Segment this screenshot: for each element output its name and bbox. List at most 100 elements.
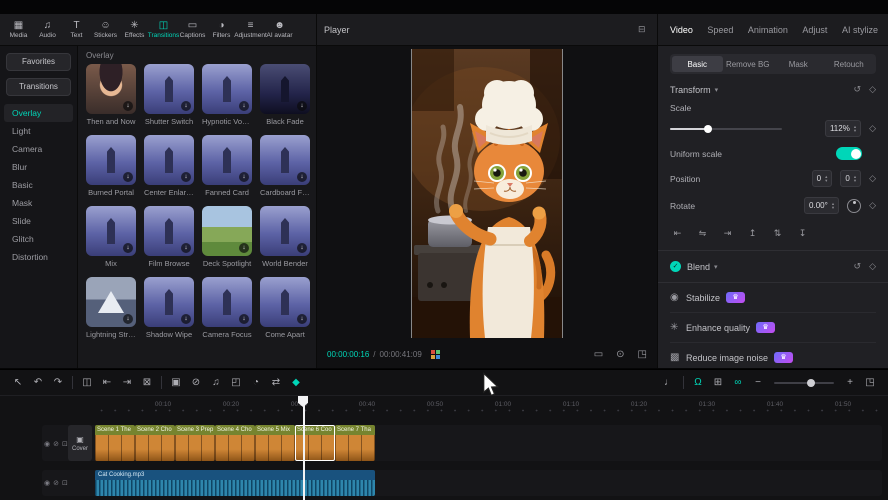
toolbar-stickers-button[interactable]: ☺Stickers [91, 14, 120, 46]
scale-slider-knob[interactable] [704, 125, 712, 133]
transition-card[interactable]: ↓Fanned Card [202, 135, 252, 197]
align-left-button[interactable]: ⇤ [670, 226, 685, 240]
transition-card[interactable]: ↓Mix [86, 206, 136, 268]
blend-keyframe-icon[interactable]: ◇ [869, 261, 876, 272]
magnet-icon[interactable]: Ω [688, 373, 708, 393]
toolbar-audio-button[interactable]: ♫Audio [33, 14, 62, 46]
split-icon[interactable]: ◫ [77, 373, 97, 393]
transition-card[interactable]: ↓Burned Portal [86, 135, 136, 197]
detach-audio-icon[interactable]: ♫ [206, 373, 226, 393]
track-lock-icon[interactable]: ⊡ [62, 479, 68, 487]
add-keyframe-icon[interactable]: ◆ [286, 373, 306, 393]
transition-card[interactable]: ↓Cardboard Fan [260, 135, 310, 197]
stepper-carets[interactable]: ▴▾ [854, 125, 856, 133]
enhance-quality-row[interactable]: ✳ Enhance quality ♛ [670, 313, 876, 343]
fullscreen-icon[interactable]: ◳ [638, 349, 647, 360]
video-clip[interactable]: Scene 7 Tha [335, 425, 375, 461]
voiceover-mic-icon[interactable]: ♩ [659, 373, 679, 393]
transition-card[interactable]: ↓Film Browse [144, 206, 194, 268]
sidebar-item-blur[interactable]: Blur [0, 158, 77, 176]
select-tool-icon[interactable]: ↖ [8, 373, 28, 393]
zoom-out-icon[interactable]: − [748, 373, 768, 393]
caret-down-icon[interactable]: ▾ [832, 206, 834, 210]
toolbar-ai-avatar-button[interactable]: ☻AI avatar [265, 14, 294, 46]
playhead[interactable] [303, 396, 305, 500]
tab-animation[interactable]: Animation [748, 25, 788, 35]
sidebar-item-camera[interactable]: Camera [0, 140, 77, 158]
snapshot-icon[interactable]: ⊙ [616, 349, 624, 360]
tab-adjust[interactable]: Adjust [802, 25, 827, 35]
trim-left-icon[interactable]: ⇤ [97, 373, 117, 393]
scale-value-input[interactable]: 112%▴▾ [825, 120, 861, 137]
scale-slider[interactable] [670, 128, 782, 130]
stabilize-row[interactable]: ◉ Stabilize ♛ [670, 283, 876, 313]
video-clip-selected[interactable]: Scene 6 Coo [295, 425, 335, 461]
transition-card[interactable]: ↓Then and Now [86, 64, 136, 126]
freeze-frame-icon[interactable]: ▣ [166, 373, 186, 393]
reduce-noise-row[interactable]: ▩ Reduce image noise ♛ [670, 343, 876, 368]
caret-down-icon[interactable]: ▾ [854, 129, 856, 133]
track-lock-icon[interactable]: ⊡ [62, 440, 68, 448]
rotate-knob[interactable] [847, 199, 861, 213]
sidebar-item-mask[interactable]: Mask [0, 194, 77, 212]
position-x-input[interactable]: 0▴▾ [812, 170, 833, 187]
track-mute-icon[interactable]: ⊘ [53, 440, 59, 448]
player-display-options-icon[interactable]: ⊟ [638, 24, 646, 35]
transition-card[interactable]: ↓World Bender [260, 206, 310, 268]
snapping-icon[interactable]: ⊞ [708, 373, 728, 393]
sidebar-item-basic[interactable]: Basic [0, 176, 77, 194]
toolbar-captions-button[interactable]: ▭Captions [178, 14, 207, 46]
transition-card[interactable]: ↓Center Enlarge [144, 135, 194, 197]
audio-clip[interactable]: Cat Cooking.mp3 [95, 470, 375, 496]
subtab-remove-bg[interactable]: Remove BG [723, 56, 774, 72]
transform-keyframe-icon[interactable]: ◇ [869, 84, 876, 95]
tab-ai-stylize[interactable]: AI stylize [842, 25, 878, 35]
caret-down-icon[interactable]: ▾ [825, 179, 827, 183]
transition-card[interactable]: ↓Camera Focus [202, 277, 252, 339]
sidebar-item-slide[interactable]: Slide [0, 212, 77, 230]
align-middle-v-button[interactable]: ⇅ [770, 226, 785, 240]
preview-ratio-icon[interactable]: ▭ [594, 349, 603, 360]
timeline-zoom-slider[interactable] [774, 382, 834, 384]
transition-card[interactable]: ↓Deck Spotlight [202, 206, 252, 268]
video-clip[interactable]: Scene 2 Cho [135, 425, 175, 461]
stepper-carets[interactable]: ▴▾ [854, 175, 856, 183]
video-clip[interactable]: Scene 3 Prep [175, 425, 215, 461]
stepper-carets[interactable]: ▴▾ [832, 202, 834, 210]
video-clip[interactable]: Scene 4 Cho [215, 425, 255, 461]
transition-card[interactable]: ↓Hypnotic Vortex [202, 64, 252, 126]
track-toggle-icon[interactable]: ◉ [44, 440, 50, 448]
trim-right-icon[interactable]: ⇥ [117, 373, 137, 393]
transition-card[interactable]: ↓Shutter Switch [144, 64, 194, 126]
speed-icon[interactable]: ◔ [246, 373, 266, 393]
position-keyframe-icon[interactable]: ◇ [869, 173, 876, 184]
sidebar-item-light[interactable]: Light [0, 122, 77, 140]
toolbar-filters-button[interactable]: ◑Filters [207, 14, 236, 46]
sidebar-item-overlay[interactable]: Overlay [4, 104, 73, 122]
track-mute-icon[interactable]: ⊘ [53, 479, 59, 487]
toolbar-effects-button[interactable]: ✳Effects [120, 14, 149, 46]
fit-timeline-icon[interactable]: ◳ [860, 373, 880, 393]
caret-down-icon[interactable]: ▾ [854, 179, 856, 183]
crop-icon[interactable]: ◰ [226, 373, 246, 393]
uniform-scale-toggle[interactable] [836, 147, 862, 160]
transition-card[interactable]: ↓Lightning Strike [86, 277, 136, 339]
zoom-slider-knob[interactable] [807, 379, 815, 387]
mirror-icon[interactable]: ⇄ [266, 373, 286, 393]
video-preview[interactable] [411, 49, 563, 338]
undo-icon[interactable]: ↶ [28, 373, 48, 393]
link-clips-icon[interactable]: ∞ [728, 373, 748, 393]
tab-speed[interactable]: Speed [707, 25, 733, 35]
video-clip[interactable]: Scene 1 The [95, 425, 135, 461]
subtab-basic[interactable]: Basic [672, 56, 723, 72]
redo-icon[interactable]: ↷ [48, 373, 68, 393]
align-right-button[interactable]: ⇥ [720, 226, 735, 240]
cover-button[interactable]: ▣ Cover [68, 425, 92, 461]
align-top-button[interactable]: ↥ [745, 226, 760, 240]
track-toggle-icon[interactable]: ◉ [44, 479, 50, 487]
reset-transform-icon[interactable]: ↺ [854, 84, 862, 95]
toolbar-transitions-button[interactable]: ◫Transitions [149, 14, 178, 46]
chevron-down-icon[interactable]: ▾ [714, 263, 718, 271]
align-bottom-button[interactable]: ↧ [795, 226, 810, 240]
sidebar-item-glitch[interactable]: Glitch [0, 230, 77, 248]
